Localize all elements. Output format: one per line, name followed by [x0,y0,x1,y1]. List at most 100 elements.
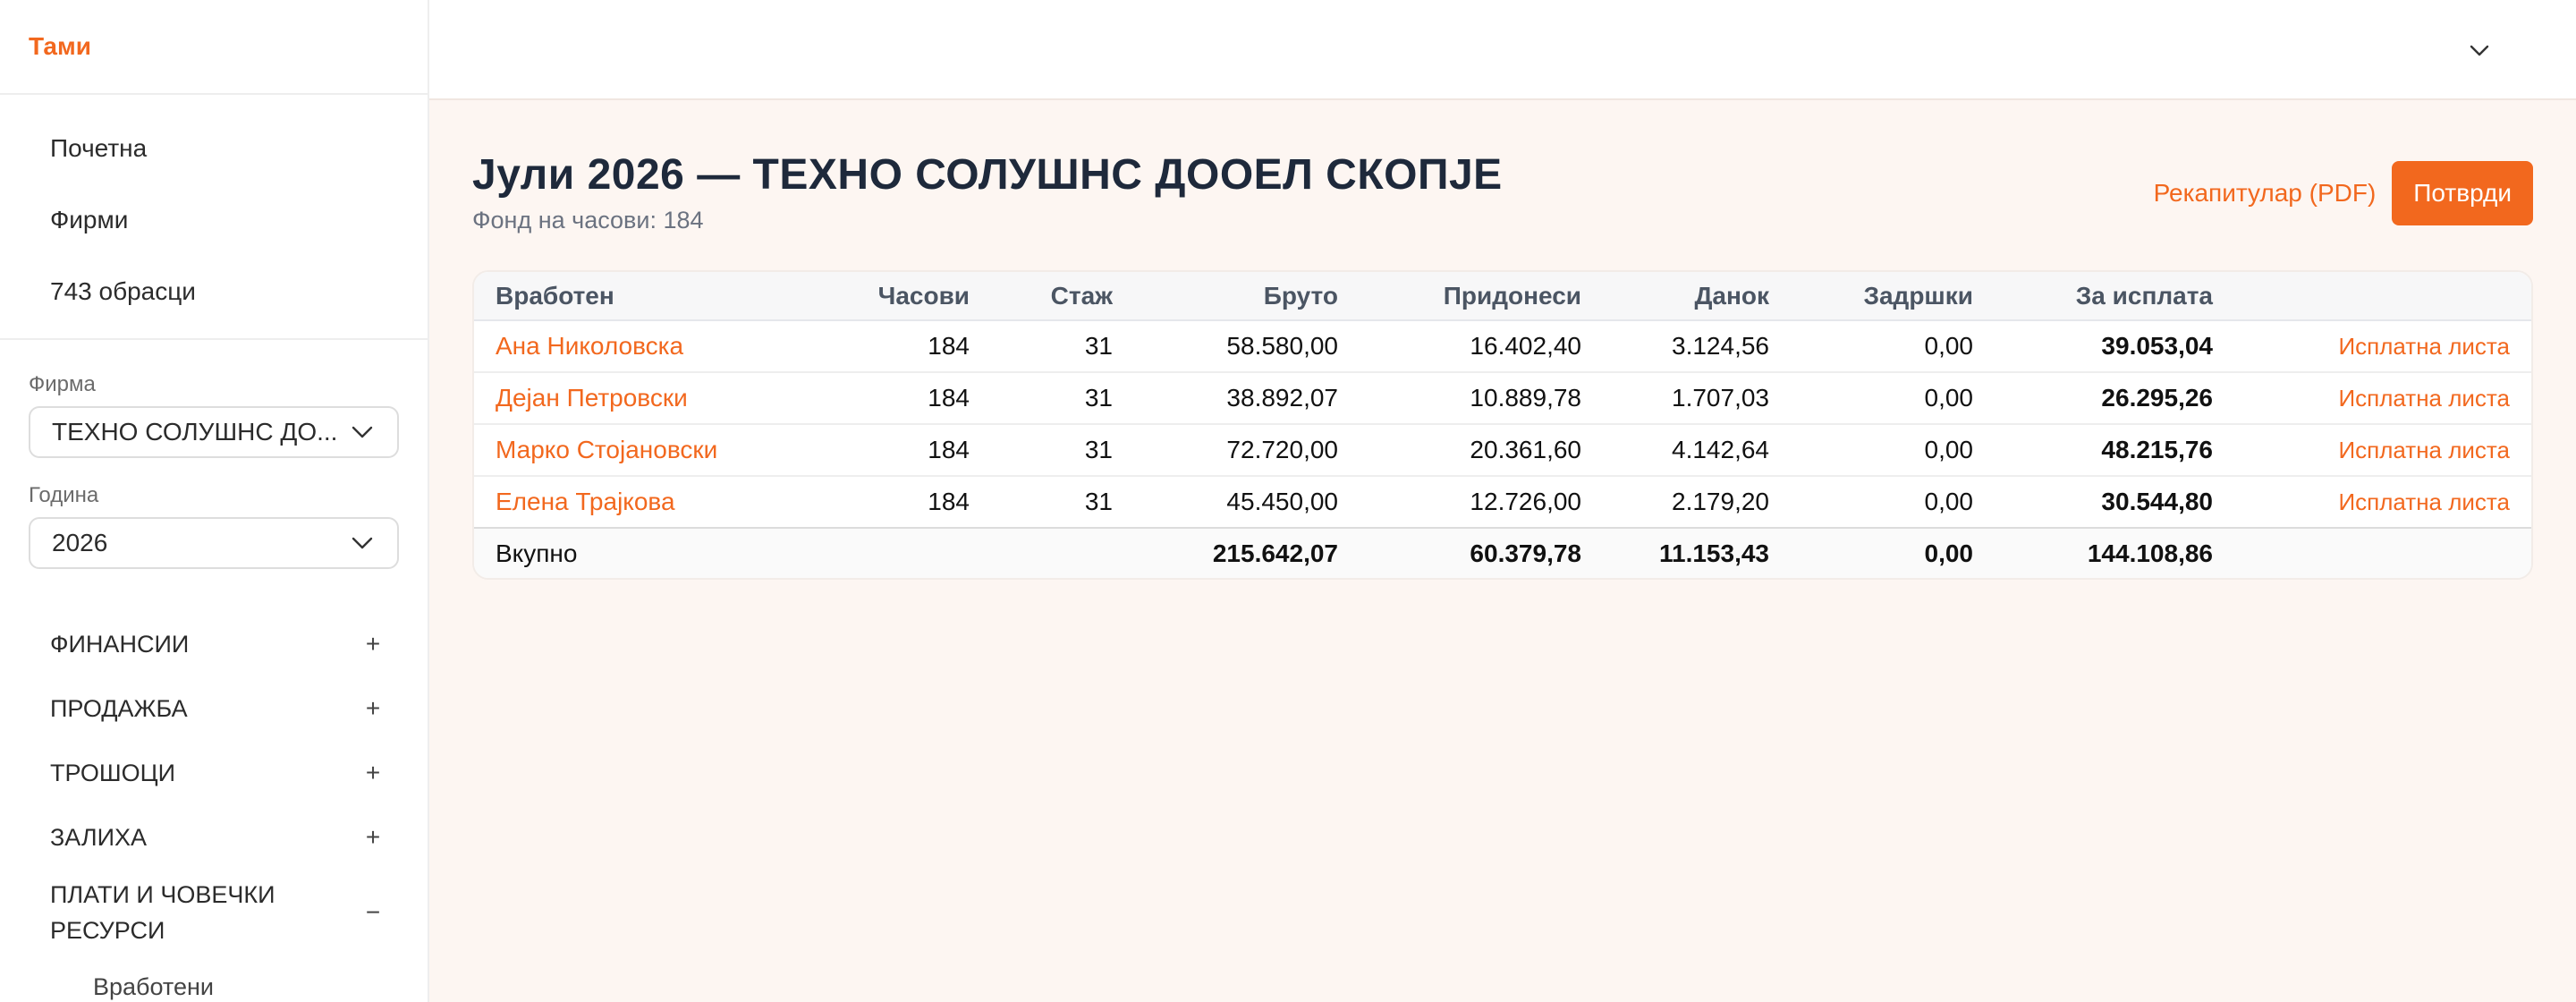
col-actions [2213,272,2531,321]
section-label: ПЛАТИ И ЧОВЕЧКИ РЕСУРСИ [50,881,275,944]
col-tenure[interactable]: Стаж [970,272,1113,321]
expand-icon: + [365,759,381,786]
empty-cell [2213,528,2531,578]
cell-tax: 3.124,56 [1581,320,1769,373]
cell-hours: 184 [823,424,970,477]
cell-hours: 184 [823,320,970,373]
section-sales[interactable]: ПРОДАЖБА + [21,676,406,741]
col-net[interactable]: За исплата [1973,272,2213,321]
table-row: Ана Николовска 184 31 58.580,00 16.402,4… [474,320,2531,373]
cell-contributions: 10.889,78 [1338,372,1581,425]
total-net: 144.108,86 [1973,528,2213,578]
employee-link[interactable]: Ана Николовска [496,332,683,360]
payslip-link[interactable]: Исплатна листа [2213,320,2531,373]
section-inventory[interactable]: ЗАЛИХА + [21,805,406,870]
col-tax[interactable]: Данок [1581,272,1769,321]
table-row: Елена Трајкова 184 31 45.450,00 12.726,0… [474,476,2531,529]
header-row: Вработен Часови Стаж Бруто Придонеси Дан… [474,272,2531,321]
cell-deductions: 0,00 [1769,476,1973,529]
section-payroll-hr[interactable]: ПЛАТИ И ЧОВЕЧКИ РЕСУРСИ − [21,870,406,955]
employee-link[interactable]: Елена Трајкова [496,488,675,515]
header-actions: Рекапитулар (PDF) Потврди [2154,161,2533,225]
confirm-button[interactable]: Потврди [2392,161,2533,225]
cell-tenure: 31 [970,372,1113,425]
table-header: Вработен Часови Стаж Бруто Придонеси Дан… [474,272,2531,321]
col-hours[interactable]: Часови [823,272,970,321]
col-deductions[interactable]: Задршки [1769,272,1973,321]
cell-tenure: 31 [970,320,1113,373]
cell-deductions: 0,00 [1769,372,1973,425]
table-body: Ана Николовска 184 31 58.580,00 16.402,4… [474,320,2531,529]
cell-hours: 184 [823,476,970,529]
payroll-page: Јули 2026 — ТЕХНО СОЛУШНС ДООЕЛ СКОПЈЕ Ф… [429,100,2576,580]
payslip-link[interactable]: Исплатна листа [2213,372,2531,425]
cell-gross: 38.892,07 [1113,372,1338,425]
chevron-down-icon [349,530,376,556]
col-employee[interactable]: Вработен [474,272,823,321]
firm-label: Фирма [29,372,96,396]
page-header: Јули 2026 — ТЕХНО СОЛУШНС ДООЕЛ СКОПЈЕ Ф… [472,150,2533,234]
year-select-value: 2026 [52,529,108,556]
expand-icon: + [365,630,381,658]
filters: Фирма ТЕХНО СОЛУШНС ДО... Година 2026 [0,340,428,569]
payslip-link[interactable]: Исплатна листа [2213,476,2531,529]
total-gross: 215.642,07 [1113,528,1338,578]
table-row: Марко Стојановски 184 31 72.720,00 20.36… [474,424,2531,477]
nav-item-home[interactable]: Почетна [21,113,406,184]
cell-contributions: 16.402,40 [1338,320,1581,373]
payslip-link[interactable]: Исплатна листа [2213,424,2531,477]
expand-icon: + [365,823,381,851]
year-label: Година [29,483,99,507]
topbar [429,0,2576,100]
page-title: Јули 2026 — ТЕХНО СОЛУШНС ДООЕЛ СКОПЈЕ [472,151,1503,199]
section-label: ЗАЛИХА [50,824,148,851]
recap-pdf-link[interactable]: Рекапитулар (PDF) [2154,179,2377,208]
module-sections: ФИНАНСИИ + ПРОДАЖБА + ТРОШОЦИ + ЗАЛИХА +… [0,594,428,1002]
primary-nav: Почетна Фирми 743 обрасци [0,95,428,340]
main-content: Јули 2026 — ТЕХНО СОЛУШНС ДООЕЛ СКОПЈЕ Ф… [429,0,2576,1002]
table-footer: Вкупно 215.642,07 60.379,78 11.153,43 0,… [474,528,2531,578]
section-label: ФИНАНСИИ [50,631,190,658]
brand-logo[interactable]: Тами [0,0,428,95]
section-label: ТРОШОЦИ [50,760,176,786]
cell-net: 26.295,26 [1973,372,2213,425]
firm-select[interactable]: ТЕХНО СОЛУШНС ДО... [29,406,399,458]
cell-tenure: 31 [970,424,1113,477]
total-tax: 11.153,43 [1581,528,1769,578]
chevron-down-icon [349,419,376,446]
employee-link[interactable]: Дејан Петровски [496,384,688,412]
empty-cell [823,528,970,578]
cell-contributions: 12.726,00 [1338,476,1581,529]
total-contributions: 60.379,78 [1338,528,1581,578]
empty-cell [970,528,1113,578]
firm-select-value: ТЕХНО СОЛУШНС ДО... [52,418,338,446]
table-row: Дејан Петровски 184 31 38.892,07 10.889,… [474,372,2531,425]
title-block: Јули 2026 — ТЕХНО СОЛУШНС ДООЕЛ СКОПЈЕ Ф… [472,150,1503,234]
cell-tax: 4.142,64 [1581,424,1769,477]
expand-icon: + [365,694,381,722]
cell-contributions: 20.361,60 [1338,424,1581,477]
cell-gross: 58.580,00 [1113,320,1338,373]
col-gross[interactable]: Бруто [1113,272,1338,321]
cell-net: 30.544,80 [1973,476,2213,529]
total-row: Вкупно 215.642,07 60.379,78 11.153,43 0,… [474,528,2531,578]
col-contributions[interactable]: Придонеси [1338,272,1581,321]
employee-link[interactable]: Марко Стојановски [496,436,717,463]
section-finance[interactable]: ФИНАНСИИ + [21,612,406,676]
collapse-icon: − [365,898,381,926]
nav-item-firms[interactable]: Фирми [21,184,406,256]
section-label: ПРОДАЖБА [50,695,188,722]
section-expenses[interactable]: ТРОШОЦИ + [21,741,406,805]
payroll-table-card: Вработен Часови Стаж Бруто Придонеси Дан… [472,270,2533,580]
cell-hours: 184 [823,372,970,425]
total-deductions: 0,00 [1769,528,1973,578]
sidebar-item-employees[interactable]: Вработени [21,955,406,1002]
year-select[interactable]: 2026 [29,517,399,569]
payroll-table: Вработен Часови Стаж Бруто Придонеси Дан… [474,272,2531,578]
cell-tenure: 31 [970,476,1113,529]
nav-item-743-forms[interactable]: 743 обрасци [21,256,406,327]
chevron-down-icon[interactable] [2465,36,2494,64]
cell-deductions: 0,00 [1769,320,1973,373]
cell-tax: 2.179,20 [1581,476,1769,529]
cell-net: 48.215,76 [1973,424,2213,477]
